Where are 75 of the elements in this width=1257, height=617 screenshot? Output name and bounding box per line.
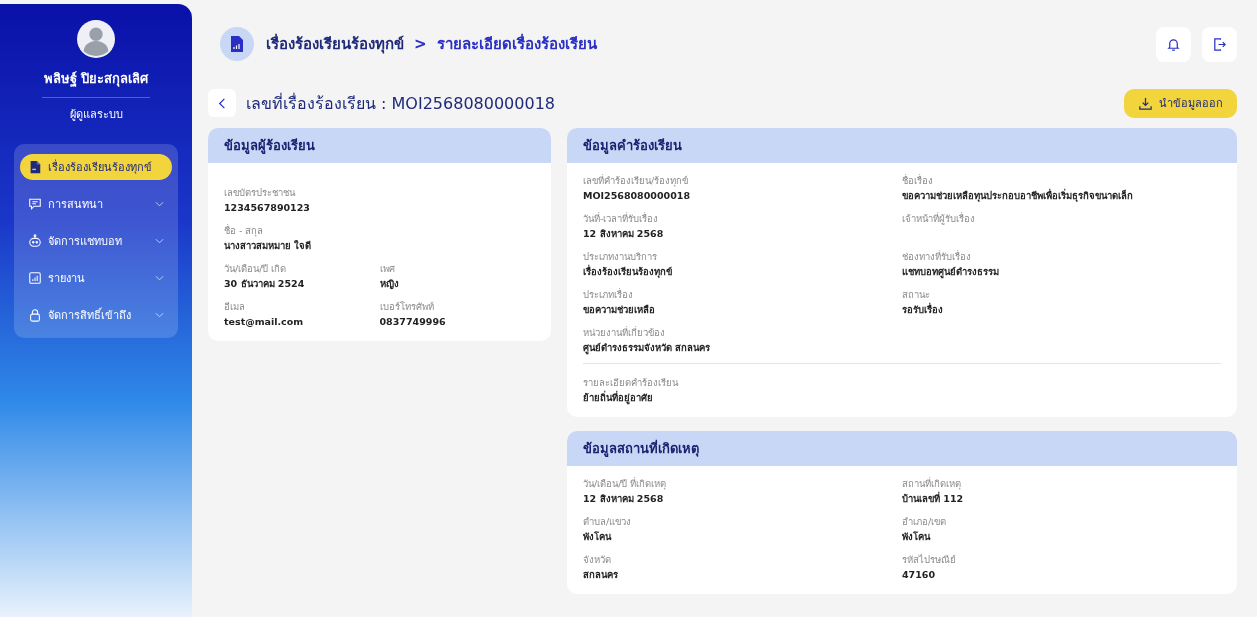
field-label: รหัสไปรษณีย์ [902, 553, 957, 567]
field-value: MOI2568080000018 [583, 189, 691, 203]
field-value: 12 สิงหาคม 2568 [583, 227, 665, 241]
card-header: ข้อมูลสถานที่เกิดเหตุ [567, 431, 1237, 466]
logout-icon [1212, 36, 1227, 52]
field-value: ขอความช่วยเหลือ [583, 303, 656, 317]
field-value: แชทบอทศูนย์ดำรงธรรม [902, 265, 1000, 280]
chevron-down-icon [155, 238, 164, 244]
field-label: เพศ [379, 262, 396, 276]
field-value: พังโคน [902, 530, 932, 544]
field-value: 0837749996 [379, 315, 447, 329]
chart-icon [28, 271, 42, 285]
field-value: 1234567890123 [224, 201, 311, 215]
menu-item[interactable]: จัดการสิทธิ์เข้าถึง [20, 302, 172, 328]
menu-item[interactable]: จัดการแชทบอท [20, 228, 172, 254]
document-icon [28, 160, 42, 174]
chevron-down-icon [155, 201, 164, 207]
document-chart-icon [220, 27, 254, 61]
field-label: อำเภอ/เขต [902, 515, 948, 529]
lock-icon [28, 308, 42, 322]
export-button[interactable]: นำข้อมูลออก [1124, 88, 1237, 118]
menu-item[interactable]: การสนทนา [20, 191, 172, 217]
breadcrumb-separator: > [414, 35, 427, 53]
field-label: เลขบัตรประชาชน [224, 186, 297, 200]
field-label: สถานที่เกิดเหตุ [902, 476, 962, 491]
field-label: ตำบล/แขวง [583, 515, 633, 529]
field-label: วัน/เดือน/ปี เกิด [224, 262, 288, 276]
user-role: ผู้ดูแลระบบ [69, 107, 123, 123]
chat-icon [28, 197, 42, 211]
avatar-icon [77, 20, 115, 58]
back-button[interactable] [208, 89, 236, 117]
field-label: ชื่อ - สกุล [224, 223, 265, 238]
field-label: ชื่อเรื่อง [902, 173, 934, 188]
card-header: ข้อมูลผู้ร้องเรียน [208, 128, 551, 163]
page-title: เลขที่เรื่องร้องเรียน : MOI2568080000018 [246, 92, 555, 115]
menu-item[interactable]: เรื่องร้องเรียนร้องทุกข์ [20, 154, 172, 180]
field-value: ศูนย์ดำรงธรรมจังหวัด สกลนคร [583, 341, 712, 356]
robot-icon [28, 234, 42, 248]
menu-item[interactable]: รายงาน [20, 265, 172, 291]
field-value: หญิง [379, 277, 400, 292]
bell-icon [1166, 36, 1181, 52]
field-label: หน่วยงานที่เกี่ยวข้อง [583, 325, 666, 340]
download-icon [1138, 95, 1153, 111]
field-label: เจ้าหน้าที่ผู้รับเรื่อง [902, 211, 976, 226]
field-value: ย้ายถิ่นที่อยู่อาศัย [583, 390, 654, 406]
field-label: เบอร์โทรศัพท์ [379, 300, 435, 314]
field-label: อีเมล [224, 300, 246, 314]
field-label: รายละเอียดคำร้องเรียน [583, 376, 680, 390]
chevron-down-icon [155, 312, 164, 318]
card-header: ข้อมูลคำร้องเรียน [567, 128, 1237, 163]
field-value: บ้านเลขที่ 112 [902, 491, 965, 506]
field-value: สกลนคร [583, 568, 619, 582]
user-name: พลิษฐ์ ปิยะสกุลเลิศ [43, 70, 149, 89]
field-value: 30 ธันวาคม 2524 [224, 277, 306, 291]
field-label: ประเภทงานบริการ [583, 250, 658, 264]
field-value: พังโคน [583, 530, 613, 544]
field-label: วันที่-เวลาที่รับเรื่อง [583, 211, 660, 226]
field-value: 47160 [902, 568, 937, 582]
field-label: วัน/เดือน/ปี ที่เกิดเหตุ [583, 476, 668, 491]
field-value: ขอความช่วยเหลือทุนประกอบอาชีพเพื่อเริ่มธุรกิจขนาดเล็ก [902, 188, 1134, 204]
field-label: เลขที่คำร้องเรียน/ร้องทุกข์ [583, 173, 690, 188]
notification-button[interactable] [1156, 26, 1191, 62]
field-value: รอรับเรื่อง [902, 302, 944, 317]
chevron-down-icon [155, 275, 164, 281]
logout-button[interactable] [1202, 26, 1237, 62]
field-value: 12 สิงหาคม 2568 [583, 492, 665, 506]
field-label: สถานะ [902, 288, 931, 302]
breadcrumb-current: รายละเอียดเรื่องร้องเรียน [436, 32, 597, 55]
field-label: ประเภทเรื่อง [583, 287, 634, 302]
breadcrumb-link[interactable]: เรื่องร้องเรียนร้องทุกข์ [266, 32, 404, 56]
field-value: นางสาวสมหมาย ใจดี [224, 239, 313, 253]
field-label: ช่องทางที่รับเรื่อง [902, 249, 972, 264]
field-label: จังหวัด [583, 553, 612, 567]
field-value: test@mail.com [224, 315, 305, 329]
field-value: เรื่องร้องเรียนร้องทุกข์ [583, 264, 673, 280]
